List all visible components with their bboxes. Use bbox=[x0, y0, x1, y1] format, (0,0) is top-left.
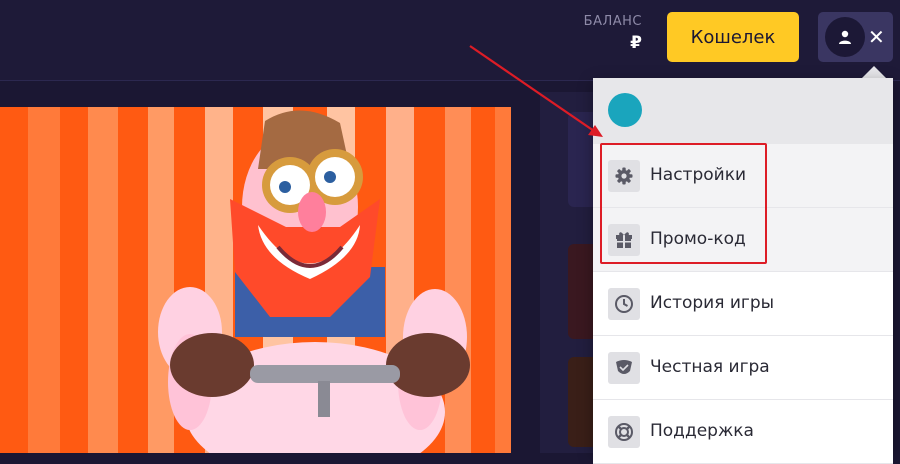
menu-item-fair-play[interactable]: Честная игра bbox=[593, 336, 893, 400]
gift-icon bbox=[608, 224, 640, 256]
shield-icon bbox=[608, 352, 640, 384]
game-thumbnails-column bbox=[540, 92, 608, 453]
top-header: БАЛАНС ₽ Кошелек ✕ bbox=[0, 0, 900, 81]
balance-value: ₽ bbox=[630, 33, 642, 53]
menu-item-promo-code[interactable]: Промо-код bbox=[593, 208, 893, 272]
menu-item-label: История игры bbox=[650, 293, 775, 313]
game-character-image bbox=[0, 107, 511, 453]
menu-item-support[interactable]: Поддержка bbox=[593, 400, 893, 464]
wallet-button[interactable]: Кошелек bbox=[667, 12, 799, 62]
clock-icon bbox=[608, 288, 640, 320]
user-menu-button[interactable]: ✕ bbox=[818, 12, 893, 62]
dropdown-caret bbox=[862, 66, 886, 78]
user-dropdown-menu: Настройки Промо-код История игры Честная… bbox=[593, 78, 893, 464]
gear-icon bbox=[608, 160, 640, 192]
profile-avatar[interactable] bbox=[608, 93, 642, 127]
close-icon[interactable]: ✕ bbox=[868, 25, 885, 49]
user-icon bbox=[839, 30, 851, 44]
user-avatar[interactable] bbox=[825, 17, 865, 57]
menu-item-game-history[interactable]: История игры bbox=[593, 272, 893, 336]
menu-item-label: Поддержка bbox=[650, 421, 754, 441]
lifebuoy-icon bbox=[608, 416, 640, 448]
menu-item-label: Настройки bbox=[650, 165, 747, 185]
game-banner[interactable] bbox=[0, 107, 511, 453]
menu-item-label: Честная игра bbox=[650, 357, 770, 377]
menu-item-label: Промо-код bbox=[650, 229, 746, 249]
menu-item-settings[interactable]: Настройки bbox=[593, 144, 893, 208]
balance-label: БАЛАНС bbox=[583, 14, 642, 29]
dropdown-header bbox=[593, 78, 893, 144]
balance-block: БАЛАНС ₽ bbox=[584, 14, 642, 53]
